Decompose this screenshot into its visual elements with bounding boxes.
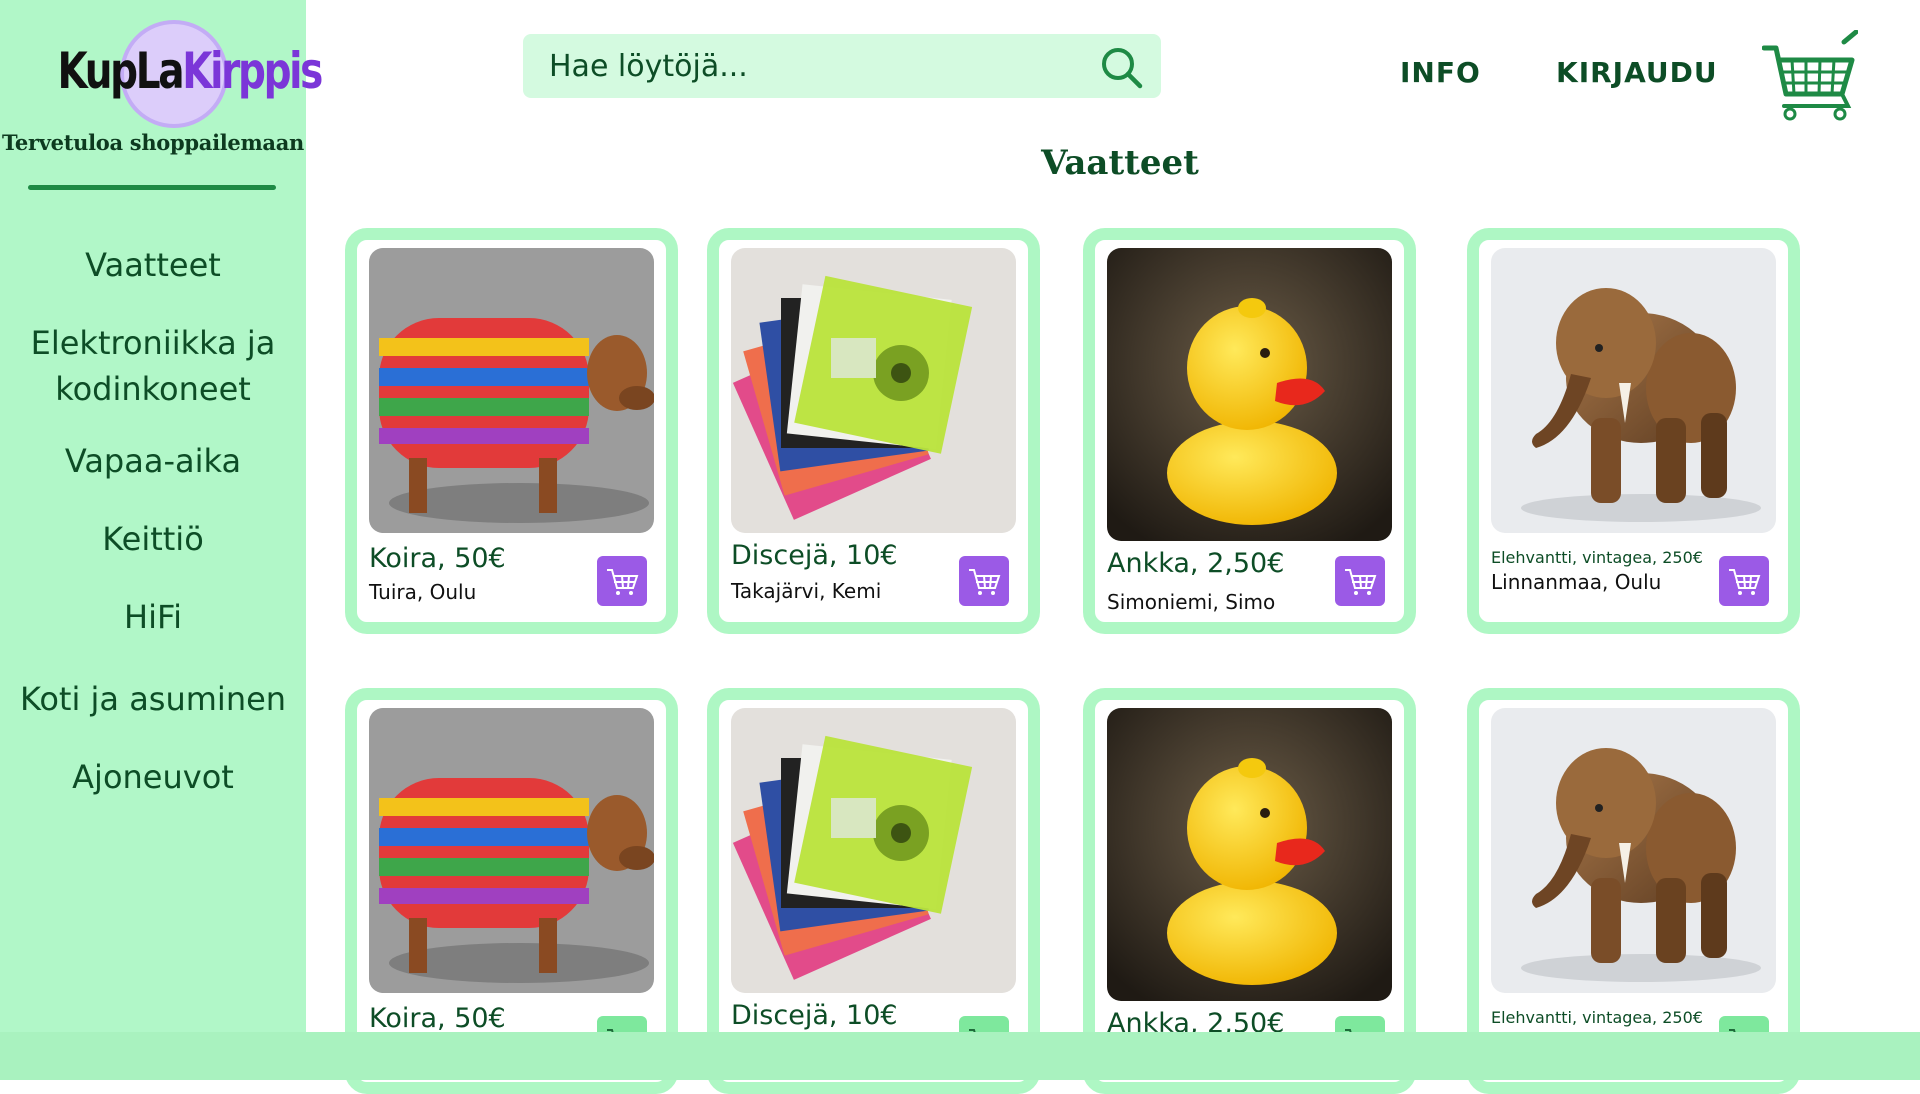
brand-logo[interactable]: KupLaKirppis: [30, 18, 324, 128]
product-title: Elehvantti, vintagea, 250€: [1491, 548, 1703, 567]
product-title: Discejä, 10€: [731, 1000, 898, 1031]
sidebar-item-vapaa-aika[interactable]: Vapaa-aika: [0, 438, 306, 484]
product-image-elephant[interactable]: [1491, 248, 1776, 533]
product-location: Takajärvi, Kemi: [731, 579, 882, 603]
product-image-floppy[interactable]: [731, 248, 1016, 533]
product-card[interactable]: Ankka, 2,50€ Simoniemi, Simo: [1083, 228, 1416, 634]
product-location: Tuira, Oulu: [369, 580, 477, 604]
search-input[interactable]: [549, 34, 1089, 98]
tagline: Tervetuloa shoppailemaan: [2, 130, 304, 155]
sidebar-item-hifi[interactable]: HiFi: [0, 594, 306, 640]
page-title: Vaatteet: [1041, 143, 1199, 183]
sidebar-item-elektroniikka[interactable]: Elektroniikka ja kodinkoneet: [0, 320, 306, 412]
sidebar-item-vaatteet[interactable]: Vaatteet: [0, 242, 306, 288]
product-image-dog[interactable]: [369, 708, 654, 993]
add-to-cart-button[interactable]: [959, 556, 1009, 606]
add-to-cart-button[interactable]: [597, 556, 647, 606]
product-image-duck[interactable]: [1107, 708, 1392, 1001]
product-card[interactable]: Elehvantti, vintagea, 250€ Linnanmaa, Ou…: [1467, 228, 1800, 634]
bottom-bar: [0, 1032, 1920, 1080]
product-image-duck[interactable]: [1107, 248, 1392, 541]
sidebar-item-keittio[interactable]: Keittiö: [0, 516, 306, 562]
info-link[interactable]: INFO: [1400, 56, 1481, 89]
logo-text: KupLaKirppis: [57, 42, 324, 100]
product-card[interactable]: Discejä, 10€ Takajärvi, Kemi: [707, 228, 1040, 634]
product-title: Koira, 50€: [369, 1003, 506, 1034]
login-link[interactable]: KIRJAUDU: [1556, 56, 1718, 89]
product-title: Ankka, 2,50€: [1107, 548, 1285, 579]
add-to-cart-button[interactable]: [1719, 556, 1769, 606]
product-card[interactable]: Koira, 50€ Tuira, Oulu: [345, 228, 678, 634]
search-bar: [523, 34, 1161, 98]
add-to-cart-button[interactable]: [1335, 556, 1385, 606]
sidebar-item-koti-ja-asuminen[interactable]: Koti ja asuminen: [0, 676, 306, 722]
product-title: Koira, 50€: [369, 543, 506, 574]
product-image-elephant[interactable]: [1491, 708, 1776, 993]
product-image-dog[interactable]: [369, 248, 654, 533]
product-title: Discejä, 10€: [731, 540, 898, 571]
sidebar: KupLaKirppis Tervetuloa shoppailemaan Va…: [0, 0, 324, 1080]
product-location: Linnanmaa, Oulu: [1491, 570, 1662, 594]
sidebar-item-ajoneuvot[interactable]: Ajoneuvot: [0, 754, 306, 800]
shopping-cart-icon[interactable]: [1761, 29, 1859, 122]
product-location: Simoniemi, Simo: [1107, 590, 1276, 614]
product-image-floppy[interactable]: [731, 708, 1016, 993]
sidebar-divider: [28, 185, 276, 190]
product-title: Elehvantti, vintagea, 250€: [1491, 1008, 1703, 1027]
search-icon[interactable]: [1098, 44, 1146, 92]
